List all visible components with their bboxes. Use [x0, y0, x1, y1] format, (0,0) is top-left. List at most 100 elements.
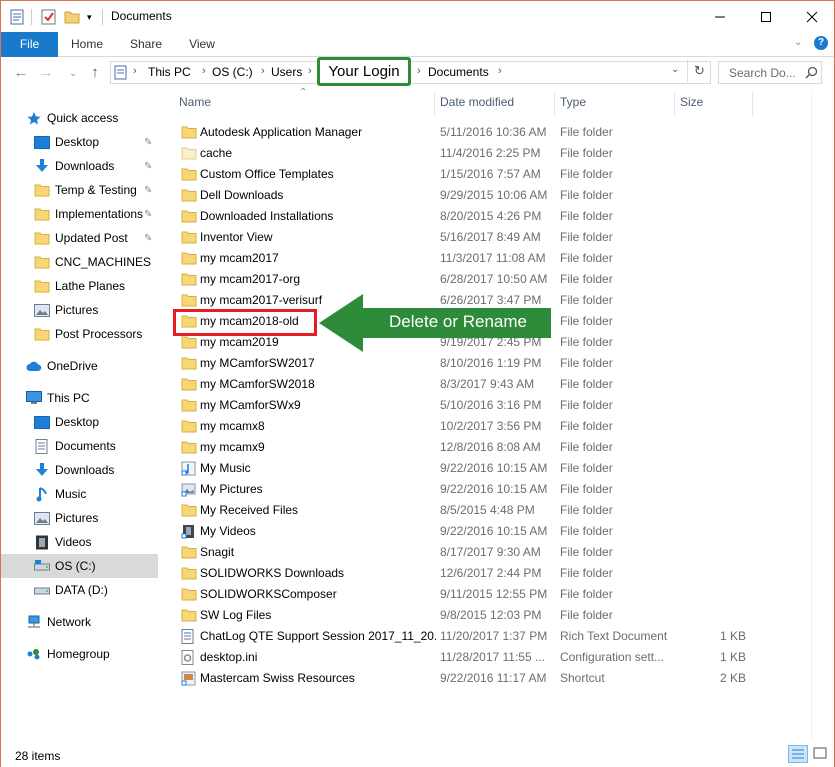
back-arrow-icon[interactable]: ←	[12, 63, 30, 83]
sidebar-item-label: Homegroup	[47, 647, 110, 661]
sidebar-item-downloads-pc[interactable]: Downloads	[1, 458, 158, 482]
table-row[interactable]: my mcamx9 12/8/2016 8:08 AM File folder	[161, 437, 811, 458]
sidebar-item-os-c[interactable]: OS (C:)	[1, 554, 158, 578]
sidebar-item-temp-testing[interactable]: Temp & Testing ✎	[1, 178, 158, 202]
column-header-date[interactable]: Date modified	[440, 90, 514, 115]
table-row[interactable]: cache 11/4/2016 2:25 PM File folder	[161, 143, 811, 164]
sidebar-item-pictures[interactable]: Pictures	[1, 298, 158, 322]
table-row[interactable]: My Pictures 9/22/2016 10:15 AM File folder	[161, 479, 811, 500]
file-size	[680, 437, 746, 458]
sidebar-item-videos[interactable]: Videos	[1, 530, 158, 554]
breadcrumb-os-c[interactable]: OS (C:)	[212, 65, 253, 79]
folder-icon	[34, 327, 50, 341]
checkmark-icon[interactable]	[41, 8, 57, 26]
folder-empty-icon	[181, 146, 197, 160]
address-dropdown-icon[interactable]: ⌄	[671, 64, 679, 75]
sort-chevron-icon: ⌃	[299, 87, 308, 98]
sidebar-item-documents[interactable]: Documents	[1, 434, 158, 458]
expand-ribbon-icon[interactable]: ⌄	[794, 37, 802, 48]
column-header-size[interactable]: Size	[680, 90, 703, 115]
sidebar-item-quick-access[interactable]: Quick access	[1, 106, 158, 130]
table-row[interactable]: Inventor View 5/16/2017 8:49 AM File folde…	[161, 227, 811, 248]
table-row[interactable]: SOLIDWORKSComposer 9/11/2015 12:55 PM File…	[161, 584, 811, 605]
table-row[interactable]: My Videos 9/22/2016 10:15 AM File folder	[161, 521, 811, 542]
highlight-box	[173, 309, 317, 336]
sidebar-item-desktop[interactable]: Desktop ✎	[1, 130, 158, 154]
breadcrumb-this-pc[interactable]: This PC	[148, 65, 191, 79]
table-row[interactable]: My Music 9/22/2016 10:15 AM File folder	[161, 458, 811, 479]
sidebar-item-homegroup[interactable]: Homegroup	[1, 642, 158, 666]
maximize-icon[interactable]	[743, 1, 789, 32]
sidebar-item-network[interactable]: Network	[1, 610, 158, 634]
details-view-icon[interactable]	[788, 745, 808, 763]
star-icon	[26, 111, 42, 125]
sidebar-item-onedrive[interactable]: OneDrive	[1, 354, 158, 378]
address-bar[interactable]: › This PC › OS (C:) › Users › Your Login…	[110, 57, 711, 86]
new-folder-icon[interactable]	[64, 8, 80, 26]
sidebar-item-desktop-pc[interactable]: Desktop	[1, 410, 158, 434]
table-row[interactable]: Custom Office Templates 1/15/2016 7:57 AM…	[161, 164, 811, 185]
table-row[interactable]: my MCamforSW2017 8/10/2016 1:19 PM File fo…	[161, 353, 811, 374]
sidebar-item-downloads[interactable]: Downloads ✎	[1, 154, 158, 178]
breadcrumb-your-login[interactable]: Your Login	[317, 57, 411, 86]
tab-view[interactable]: View	[179, 32, 225, 57]
table-row[interactable]: my mcam2017-org 6/28/2017 10:50 AM File fo…	[161, 269, 811, 290]
properties-icon[interactable]	[9, 8, 25, 26]
large-icons-view-icon[interactable]	[811, 745, 831, 763]
column-header-type[interactable]: Type	[560, 90, 586, 115]
table-row[interactable]: desktop.ini 11/28/2017 11:55 ... Configura…	[161, 647, 811, 668]
close-icon[interactable]	[789, 1, 835, 32]
sidebar-item-music[interactable]: Music	[1, 482, 158, 506]
tab-home[interactable]: Home	[63, 32, 111, 57]
pin-icon[interactable]: ✎	[144, 185, 152, 196]
vertical-scrollbar[interactable]	[811, 90, 834, 740]
table-row[interactable]: my MCamforSWx9 5/10/2016 3:16 PM File fold…	[161, 395, 811, 416]
customize-qa-icon[interactable]: ▾	[87, 8, 92, 26]
table-row[interactable]: Snagit 8/17/2017 9:30 AM File folder	[161, 542, 811, 563]
sidebar-item-lathe-planes[interactable]: Lathe Planes	[1, 274, 158, 298]
search-box[interactable]: Search Do...	[718, 61, 822, 84]
pin-icon[interactable]: ✎	[144, 233, 152, 244]
folder-icon	[181, 230, 197, 244]
table-row[interactable]: My Received Files 8/5/2015 4:48 PM File fo…	[161, 500, 811, 521]
sidebar-item-post-processors[interactable]: Post Processors	[1, 322, 158, 346]
table-row[interactable]: Autodesk Application Manager 5/11/2016 10…	[161, 122, 811, 143]
sidebar-item-updated-post[interactable]: Updated Post ✎	[1, 226, 158, 250]
table-row[interactable]: Downloaded Installations 8/20/2015 4:26 P…	[161, 206, 811, 227]
breadcrumb-users[interactable]: Users	[271, 65, 302, 79]
pin-icon[interactable]: ✎	[144, 161, 152, 172]
table-row[interactable]: SW Log Files 9/8/2015 12:03 PM File folder	[161, 605, 811, 626]
minimize-icon[interactable]	[697, 1, 743, 32]
tab-file[interactable]: File	[1, 32, 58, 57]
table-row[interactable]: Mastercam Swiss Resources 9/22/2016 11:17…	[161, 668, 811, 689]
recent-locations-icon[interactable]: ⌄	[64, 63, 82, 83]
column-header-name[interactable]: Name	[179, 90, 211, 115]
file-name: SW Log Files	[200, 608, 272, 622]
table-row[interactable]: Dell Downloads 9/29/2015 10:06 AM File fol…	[161, 185, 811, 206]
pin-icon[interactable]: ✎	[144, 209, 152, 220]
folder-icon	[181, 545, 197, 559]
table-row[interactable]: my MCamforSW2018 8/3/2017 9:43 AM File fol…	[161, 374, 811, 395]
pin-icon[interactable]: ✎	[144, 137, 152, 148]
help-icon[interactable]: ?	[814, 36, 828, 50]
tab-share[interactable]: Share	[121, 32, 171, 57]
sidebar-item-data-d[interactable]: DATA (D:)	[1, 578, 158, 602]
sidebar-item-pictures-pc[interactable]: Pictures	[1, 506, 158, 530]
up-arrow-icon[interactable]: ↑	[86, 63, 104, 83]
file-type: File folder	[560, 524, 613, 538]
sidebar-item-implementations[interactable]: Implementations ✎	[1, 202, 158, 226]
refresh-icon[interactable]: ↻	[694, 63, 705, 79]
search-icon[interactable]	[805, 66, 818, 79]
breadcrumb-documents[interactable]: Documents	[428, 65, 489, 79]
forward-arrow-icon[interactable]: →	[37, 63, 55, 83]
sidebar-item-this-pc[interactable]: This PC	[1, 386, 158, 410]
sidebar-item-cnc-machines[interactable]: CNC_MACHINES	[1, 250, 158, 274]
folder-icon	[34, 279, 50, 293]
table-row[interactable]: ChatLog QTE Support Session 2017_11_20..…	[161, 626, 811, 647]
table-row[interactable]: my mcamx8 10/2/2017 3:56 PM File folder	[161, 416, 811, 437]
search-input[interactable]: Search Do...	[729, 66, 796, 80]
file-type: File folder	[560, 377, 613, 391]
table-row[interactable]: my mcam2017 11/3/2017 11:08 AM File folder	[161, 248, 811, 269]
table-row[interactable]: SOLIDWORKS Downloads 12/6/2017 2:44 PM Fil…	[161, 563, 811, 584]
pictures-icon	[34, 511, 50, 525]
